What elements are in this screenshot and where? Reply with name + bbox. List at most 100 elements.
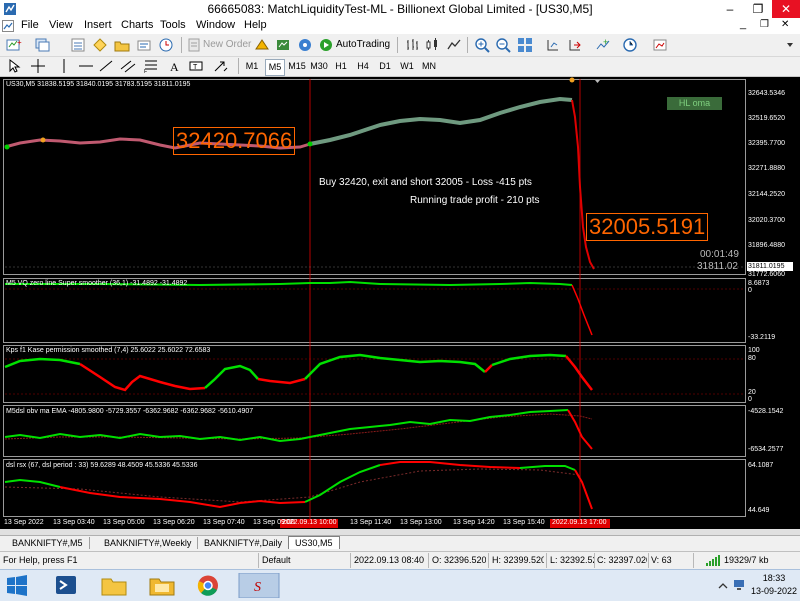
profiles-icon[interactable] bbox=[35, 37, 51, 53]
x-tick: 13 Sep 15:40 bbox=[503, 519, 545, 526]
inner-minimize-button[interactable]: _ bbox=[740, 18, 746, 30]
timeframe-mn[interactable]: MN bbox=[420, 59, 438, 74]
tile-windows-icon[interactable] bbox=[517, 37, 533, 53]
tab-banknifty-m5[interactable]: BANKNIFTY#,M5 bbox=[6, 537, 90, 549]
zoom-out-icon[interactable] bbox=[495, 37, 511, 53]
chart-shift-icon[interactable] bbox=[545, 37, 561, 53]
powershell-icon[interactable] bbox=[46, 573, 86, 598]
metaeditor-icon[interactable] bbox=[254, 37, 270, 53]
y-tick: 0 bbox=[748, 287, 752, 294]
timeframe-m1[interactable]: M1 bbox=[243, 59, 261, 74]
minimize-button[interactable]: – bbox=[716, 0, 744, 18]
chrome-icon[interactable] bbox=[188, 573, 228, 598]
tab-banknifty-daily[interactable]: BANKNIFTY#,Daily bbox=[198, 537, 290, 549]
navigator-icon[interactable] bbox=[114, 37, 130, 53]
autotrading-button[interactable]: AutoTrading bbox=[336, 39, 390, 50]
new-order-icon[interactable] bbox=[186, 37, 202, 53]
line-chart-icon[interactable] bbox=[446, 37, 462, 53]
taskbar-date: 13-09-2022 bbox=[750, 586, 798, 596]
trendline-icon[interactable] bbox=[98, 58, 114, 74]
toolbar-options-icon[interactable] bbox=[782, 37, 798, 53]
standard-toolbar: + New Order AutoTrading + bbox=[0, 34, 800, 57]
cursor-icon[interactable] bbox=[6, 58, 22, 74]
timeframe-h1[interactable]: H1 bbox=[332, 59, 350, 74]
x-tick: 13 Sep 2022 bbox=[4, 519, 44, 526]
tab-banknifty-weekly[interactable]: BANKNIFTY#,Weekly bbox=[98, 537, 199, 549]
terminal-icon[interactable] bbox=[136, 37, 152, 53]
timeframe-w1[interactable]: W1 bbox=[398, 59, 416, 74]
bar-chart-icon[interactable] bbox=[404, 37, 420, 53]
menu-tools[interactable]: Tools bbox=[160, 19, 186, 31]
maximize-button[interactable]: ❐ bbox=[744, 0, 772, 18]
new-chart-icon[interactable]: + bbox=[6, 37, 22, 53]
text-icon[interactable]: A bbox=[166, 58, 182, 74]
timeframe-m15[interactable]: M15 bbox=[288, 59, 306, 74]
kase-line-red bbox=[79, 362, 206, 392]
auto-scroll-icon[interactable] bbox=[567, 37, 583, 53]
signals-icon[interactable] bbox=[275, 37, 291, 53]
indicators-icon[interactable]: + bbox=[595, 37, 611, 53]
svg-text:A: A bbox=[170, 60, 179, 74]
horizontal-line-icon[interactable] bbox=[78, 58, 94, 74]
kase-line-red-4 bbox=[565, 355, 593, 391]
inner-restore-button[interactable]: ❐ bbox=[760, 19, 769, 30]
exit-price-label: 32005.5191 bbox=[586, 213, 709, 241]
timeframe-m30[interactable]: M30 bbox=[310, 59, 328, 74]
candlestick-chart-icon[interactable] bbox=[424, 37, 440, 53]
zoom-in-icon[interactable] bbox=[474, 37, 490, 53]
y-tick: 31896.4880 bbox=[748, 242, 785, 249]
line-studies-toolbar: F A T M1 M5 M15 M30 H1 H4 D1 W1 MN bbox=[0, 57, 800, 77]
x-tick: 13 Sep 06:20 bbox=[153, 519, 195, 526]
y-tick: 32020.3700 bbox=[748, 217, 785, 224]
vertical-line-icon[interactable] bbox=[56, 58, 72, 74]
y-tick: -6534.2577 bbox=[748, 446, 784, 453]
arrows-icon[interactable] bbox=[212, 58, 228, 74]
new-order-button[interactable]: New Order bbox=[203, 39, 251, 50]
file-explorer-icon[interactable] bbox=[94, 573, 134, 598]
notification-chevron-icon[interactable] bbox=[716, 579, 730, 593]
equidistant-channel-icon[interactable] bbox=[120, 58, 136, 74]
timeframe-h4[interactable]: H4 bbox=[354, 59, 372, 74]
data-window-icon[interactable] bbox=[92, 37, 108, 53]
templates-icon[interactable] bbox=[652, 37, 668, 53]
close-button[interactable]: ✕ bbox=[772, 0, 800, 18]
autotrading-icon[interactable] bbox=[318, 37, 334, 53]
tab-us30-m5[interactable]: US30,M5 bbox=[288, 536, 340, 549]
vq-pane-label: M5 VQ zero line Super smoother (36,1) -3… bbox=[6, 280, 188, 287]
text-label-icon[interactable]: T bbox=[188, 58, 204, 74]
explorer-folder-icon[interactable] bbox=[142, 573, 182, 598]
inner-close-button[interactable]: ✕ bbox=[781, 19, 789, 30]
main-pane-label: US30,M5 31838.5195 31840.0195 31783.5195… bbox=[6, 81, 191, 88]
timeframe-m5[interactable]: M5 bbox=[265, 59, 285, 76]
y-tick: 32271.8880 bbox=[748, 165, 785, 172]
kase-line-green-3 bbox=[304, 353, 486, 380]
menu-view[interactable]: View bbox=[49, 19, 73, 31]
market-watch-icon[interactable] bbox=[70, 37, 86, 53]
chart-window[interactable]: US30,M5 31838.5195 31840.0195 31783.5195… bbox=[0, 77, 800, 529]
rsx-signal-line bbox=[4, 468, 581, 503]
y-tick: 32144.2520 bbox=[748, 191, 785, 198]
menu-help[interactable]: Help bbox=[244, 19, 267, 31]
menu-file[interactable]: File bbox=[21, 19, 39, 31]
start-windows-icon[interactable] bbox=[4, 573, 30, 598]
menu-charts[interactable]: Charts bbox=[121, 19, 153, 31]
y-tick: 20 bbox=[748, 389, 756, 396]
strategy-tester-icon[interactable] bbox=[158, 37, 174, 53]
price-line-drop bbox=[571, 99, 595, 270]
status-close: C: 32397.020 bbox=[597, 555, 647, 565]
entry-price-label: 32420.7066 bbox=[173, 127, 296, 155]
hl-oma-button[interactable]: HL oma bbox=[667, 97, 722, 110]
chart-window-icon[interactable] bbox=[2, 20, 14, 32]
options-icon[interactable] bbox=[297, 37, 313, 53]
menu-insert[interactable]: Insert bbox=[84, 19, 112, 31]
timeframe-d1[interactable]: D1 bbox=[376, 59, 394, 74]
crosshair-icon[interactable] bbox=[30, 58, 46, 74]
y-tick: 64.1087 bbox=[748, 462, 774, 469]
status-traffic: 19329/7 kb bbox=[724, 555, 769, 565]
network-icon[interactable] bbox=[732, 578, 746, 592]
metatrader-taskbar-icon[interactable]: S bbox=[237, 573, 281, 598]
rsx-pane-label: dsl rsx (67, dsl period : 33) 59.6289 48… bbox=[6, 462, 198, 469]
menu-window[interactable]: Window bbox=[196, 19, 235, 31]
fibonacci-icon[interactable]: F bbox=[143, 58, 159, 74]
periods-icon[interactable] bbox=[622, 37, 638, 53]
